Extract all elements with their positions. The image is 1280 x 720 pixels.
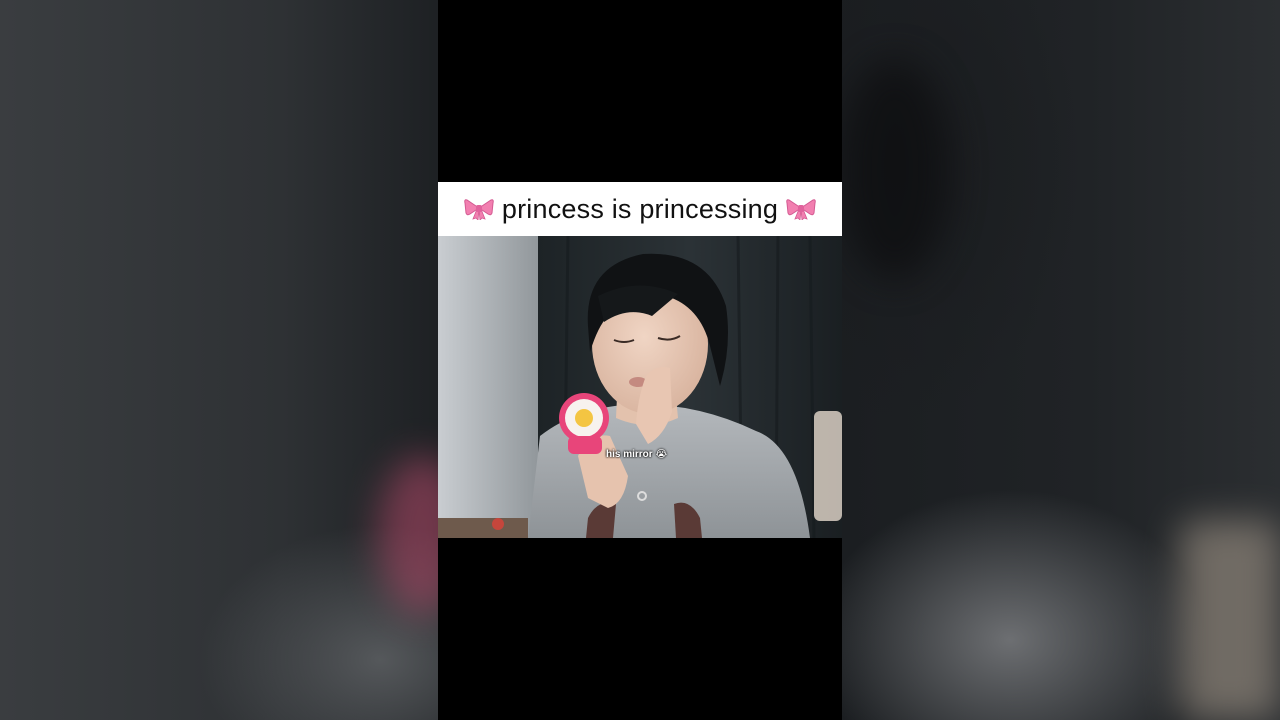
- blurred-head-shape: [840, 60, 950, 280]
- subtitle-overlay: his mirror 😭: [606, 449, 667, 460]
- ribbon-bow-icon: [786, 198, 816, 221]
- video-frame-image: [438, 236, 842, 538]
- crying-face-icon: 😭: [655, 449, 668, 460]
- subtitle-text: his mirror: [606, 449, 653, 460]
- video-player[interactable]: princess is princessing his mirror 😭: [438, 0, 842, 720]
- blurred-lamp-shape: [1180, 520, 1280, 720]
- video-frame: his mirror 😭: [438, 236, 842, 538]
- caption-text: princess is princessing: [501, 193, 779, 224]
- caption-banner: princess is princessing: [438, 182, 842, 236]
- ribbon-bow-icon: [464, 198, 494, 221]
